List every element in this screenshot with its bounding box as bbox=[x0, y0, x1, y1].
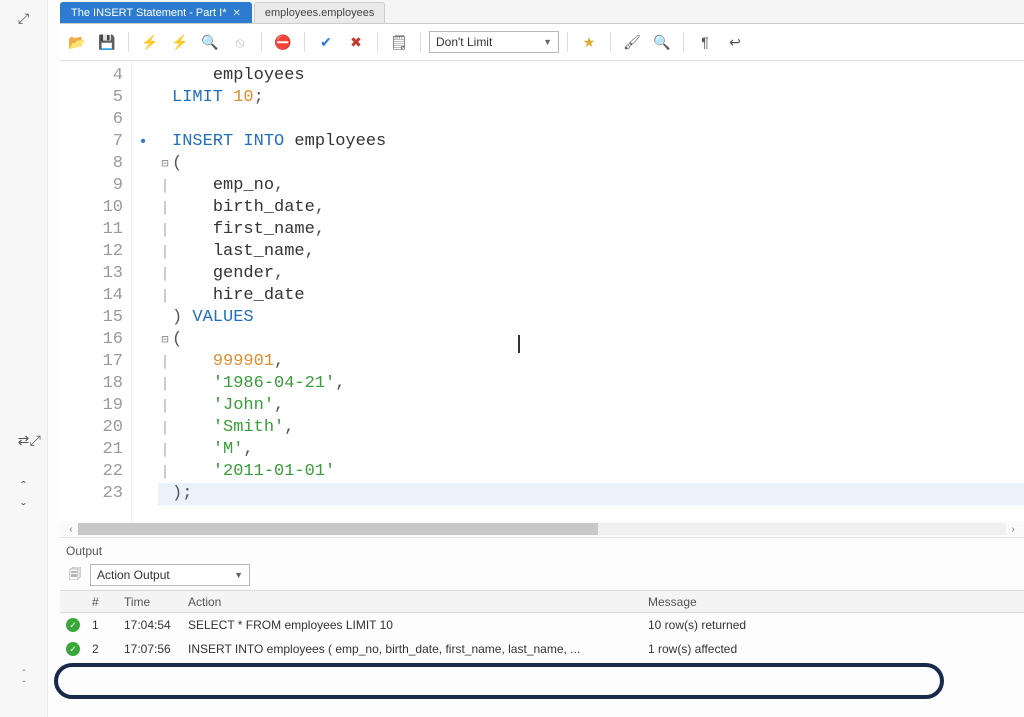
save-icon[interactable]: 💾 bbox=[94, 30, 120, 54]
left-gutter: ⤢ ⇄ ⤢ ˆ ˇ bbox=[0, 0, 48, 717]
tab-label: The INSERT Statement - Part I* bbox=[71, 7, 227, 19]
separator bbox=[128, 32, 129, 52]
chevron-down-icon: ▼ bbox=[234, 570, 243, 580]
tab-label: employees.employees bbox=[265, 7, 374, 19]
line-numbers: 4567891011121314151617181920212223 bbox=[60, 61, 132, 521]
separator bbox=[304, 32, 305, 52]
cell-time: 17:04:54 bbox=[118, 616, 182, 634]
wrap-icon[interactable]: ↩ bbox=[722, 30, 748, 54]
toggle-icon[interactable]: ⛔ bbox=[270, 30, 296, 54]
cell-message: 1 row(s) affected bbox=[642, 640, 902, 658]
toolbar: 📂 💾 ⚡ ⚡ 🔍 ⦸ ⛔ ✔ ✖ 🗒 Don't Limit ▼ ★ 🖌 🔍 … bbox=[60, 24, 1024, 61]
col-time[interactable]: Time bbox=[118, 593, 182, 611]
scroll-right-icon[interactable]: › bbox=[1006, 524, 1020, 535]
tabbar: The INSERT Statement - Part I* ✕ employe… bbox=[60, 0, 1024, 24]
explain-icon[interactable]: 🔍 bbox=[197, 30, 223, 54]
clear-icon[interactable]: 🗐 bbox=[66, 566, 84, 584]
chevron-down-icon: ▼ bbox=[543, 37, 552, 47]
output-type-combo[interactable]: Action Output ▼ bbox=[90, 564, 250, 586]
cell-time: 17:07:56 bbox=[118, 640, 182, 658]
grid-row[interactable]: ✓ 2 17:07:56 INSERT INTO employees ( emp… bbox=[60, 637, 1024, 661]
col-message[interactable]: Message bbox=[642, 593, 902, 611]
text-cursor-icon bbox=[518, 335, 520, 353]
execute-icon[interactable]: ⚡ bbox=[137, 30, 163, 54]
tab-active[interactable]: The INSERT Statement - Part I* ✕ bbox=[60, 2, 252, 23]
search-icon[interactable]: 🔍 bbox=[649, 30, 675, 54]
close-icon[interactable]: ✕ bbox=[233, 8, 241, 19]
brush-icon[interactable]: 🖌 bbox=[619, 30, 645, 54]
output-toolbar: 🗐 Action Output ▼ bbox=[60, 560, 1024, 590]
row-selectors[interactable]: ˆˇ bbox=[0, 665, 48, 695]
separator bbox=[567, 32, 568, 52]
expand-icon[interactable]: ⤢ bbox=[14, 8, 34, 28]
output-type-value: Action Output bbox=[97, 568, 170, 582]
cell-action: SELECT * FROM employees LIMIT 10 bbox=[182, 616, 642, 634]
scroll-thumb[interactable] bbox=[78, 523, 598, 535]
scroll-up-icon[interactable]: ˆ bbox=[14, 476, 34, 496]
separator bbox=[377, 32, 378, 52]
limit-combo[interactable]: Don't Limit ▼ bbox=[429, 31, 559, 53]
separator bbox=[610, 32, 611, 52]
cell-idx: 2 bbox=[86, 640, 118, 658]
autocommit-icon[interactable]: 🗒 bbox=[386, 30, 412, 54]
limit-value: Don't Limit bbox=[436, 35, 492, 49]
cell-idx: 1 bbox=[86, 616, 118, 634]
marker-gutter: • bbox=[132, 61, 154, 521]
separator bbox=[683, 32, 684, 52]
whitespace-icon[interactable]: ¶ bbox=[692, 30, 718, 54]
output-panel-label: Output bbox=[60, 537, 1024, 560]
grid-row[interactable]: ✓ 1 17:04:54 SELECT * FROM employees LIM… bbox=[60, 613, 1024, 637]
status-ok-icon: ✓ bbox=[66, 642, 80, 656]
grid-header: # Time Action Message bbox=[60, 591, 1024, 613]
stop-icon: ⦸ bbox=[227, 30, 253, 54]
horizontal-scrollbar[interactable]: ‹ › bbox=[60, 521, 1024, 537]
col-idx[interactable]: # bbox=[86, 593, 118, 611]
open-file-icon[interactable]: 📂 bbox=[64, 30, 90, 54]
sql-editor[interactable]: 4567891011121314151617181920212223 • emp… bbox=[60, 61, 1024, 521]
collapse-icon[interactable]: ⤢ bbox=[25, 430, 45, 450]
scroll-down-icon[interactable]: ˇ bbox=[14, 498, 34, 518]
cell-action: INSERT INTO employees ( emp_no, birth_da… bbox=[182, 640, 642, 658]
col-action[interactable]: Action bbox=[182, 593, 642, 611]
tab-inactive[interactable]: employees.employees bbox=[254, 2, 385, 23]
separator bbox=[420, 32, 421, 52]
rollback-icon[interactable]: ✖ bbox=[343, 30, 369, 54]
status-ok-icon: ✓ bbox=[66, 618, 80, 632]
scroll-track[interactable] bbox=[78, 523, 1006, 535]
execute-current-icon[interactable]: ⚡ bbox=[167, 30, 193, 54]
output-grid: # Time Action Message ✓ 1 17:04:54 SELEC… bbox=[60, 590, 1024, 661]
commit-icon[interactable]: ✔ bbox=[313, 30, 339, 54]
beautify-icon[interactable]: ★ bbox=[576, 30, 602, 54]
scroll-left-icon[interactable]: ‹ bbox=[64, 524, 78, 535]
code-area[interactable]: employees LIMIT 10; INSERT INTO employee… bbox=[154, 61, 1024, 521]
cell-message: 10 row(s) returned bbox=[642, 616, 902, 634]
separator bbox=[261, 32, 262, 52]
